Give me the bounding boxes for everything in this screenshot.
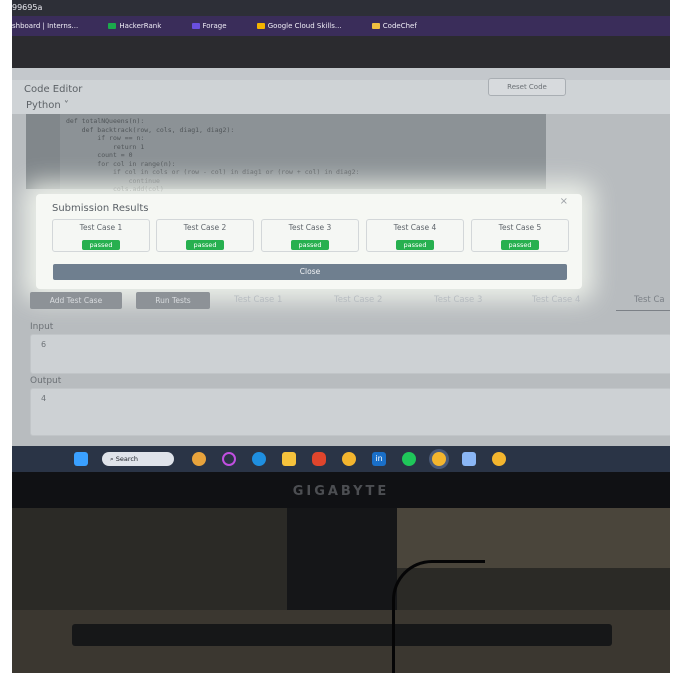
active-tab-indicator <box>616 310 670 311</box>
status-badge: passed <box>291 240 329 250</box>
browser-tab-strip: 99695a <box>12 0 670 16</box>
run-tests-button[interactable]: Run Tests <box>136 292 210 309</box>
status-badge: passed <box>82 240 120 250</box>
result-case-name: Test Case 5 <box>498 223 542 232</box>
output-field: 4 <box>30 388 670 436</box>
bookmark-label: Forage <box>202 22 227 30</box>
widgets-icon[interactable] <box>192 452 206 466</box>
tab-test-case-5[interactable]: Test Ca <box>634 292 665 309</box>
submission-results-modal: Submission Results × Test Case 1 passed … <box>36 194 582 289</box>
search-label: Search <box>115 455 139 463</box>
close-icon[interactable]: × <box>560 196 568 207</box>
result-case-name: Test Case 2 <box>183 223 227 232</box>
notepad-icon[interactable] <box>462 452 476 466</box>
result-card-1: Test Case 1 passed <box>52 219 150 252</box>
result-case-name: Test Case 3 <box>288 223 332 232</box>
status-badge: passed <box>186 240 224 250</box>
chrome-active-icon[interactable] <box>432 452 446 466</box>
spotify-icon[interactable] <box>402 452 416 466</box>
app-header-strip <box>12 68 670 80</box>
monitor-brand-logo: GIGABYTE <box>292 484 390 499</box>
monitor-cable <box>392 560 485 673</box>
result-case-name: Test Case 4 <box>393 223 437 232</box>
result-card-3: Test Case 3 passed <box>261 219 359 252</box>
status-badge: passed <box>501 240 539 250</box>
status-badge: passed <box>396 240 434 250</box>
test-case-controls: Add Test Case Run Tests Test Case 1 Test… <box>12 292 670 314</box>
web-app-screen: Code Editor Reset Code Python ˅ def tota… <box>12 68 670 446</box>
browser-toolbar-dark <box>12 36 670 68</box>
reset-code-button[interactable]: Reset Code <box>488 78 566 96</box>
add-test-case-button[interactable]: Add Test Case <box>30 292 122 309</box>
output-value: 4 <box>41 394 47 403</box>
input-value: 6 <box>41 340 47 349</box>
bookmark-label: HackerRank <box>119 22 162 30</box>
bookmark-dashboard[interactable]: shboard | Interns... <box>12 16 92 36</box>
result-case-name: Test Case 1 <box>79 223 123 232</box>
code-editor-title: Code Editor <box>24 84 83 95</box>
bookmark-label: CodeChef <box>382 22 417 30</box>
windows-icon[interactable] <box>74 452 88 466</box>
bookmark-hackerrank[interactable]: HackerRank <box>108 16 175 36</box>
tab-test-case-3[interactable]: Test Case 3 <box>434 292 482 309</box>
tab-test-case-1[interactable]: Test Case 1 <box>234 292 282 309</box>
monitor-photo: 99695a shboard | Interns... HackerRank F… <box>12 0 670 673</box>
edge-icon[interactable] <box>252 452 266 466</box>
input-field[interactable]: 6 <box>30 334 670 374</box>
tab-fragment: 99695a <box>12 3 43 12</box>
result-card-2: Test Case 2 passed <box>156 219 254 252</box>
bookmark-codechef[interactable]: CodeChef <box>371 16 431 36</box>
close-button[interactable]: Close <box>53 264 567 280</box>
test-case-results: Test Case 1 passed Test Case 2 passed Te… <box>52 219 569 252</box>
result-card-5: Test Case 5 passed <box>471 219 569 252</box>
bookmark-google-cloud[interactable]: Google Cloud Skills... <box>256 16 356 36</box>
brave-icon[interactable] <box>312 452 326 466</box>
google-cloud-icon <box>256 23 265 29</box>
chrome-icon[interactable] <box>342 452 356 466</box>
modal-title: Submission Results <box>52 203 149 214</box>
hackerrank-icon <box>108 23 117 29</box>
copilot-icon[interactable] <box>222 452 236 466</box>
monitor-base <box>72 624 612 646</box>
tab-test-case-2[interactable]: Test Case 2 <box>334 292 382 309</box>
bookmark-forage[interactable]: Forage <box>191 16 241 36</box>
tab-test-case-4[interactable]: Test Case 4 <box>532 292 580 309</box>
bookmark-label: Google Cloud Skills... <box>267 22 342 30</box>
codechef-icon <box>371 23 380 29</box>
forage-icon <box>191 23 200 29</box>
bookmarks-bar: shboard | Interns... HackerRank Forage G… <box>12 16 670 36</box>
language-select[interactable]: Python ˅ <box>26 100 69 111</box>
chrome-alt-icon[interactable] <box>492 452 506 466</box>
taskbar-search[interactable]: ⌕ Search <box>102 452 174 466</box>
file-explorer-icon[interactable] <box>282 452 296 466</box>
windows-taskbar: ⌕ Search in <box>12 446 670 472</box>
linkedin-icon[interactable]: in <box>372 452 386 466</box>
bookmark-label: shboard | Interns... <box>12 22 79 30</box>
wall-highlight <box>382 508 670 568</box>
output-label: Output <box>30 376 62 386</box>
input-label: Input <box>30 322 54 332</box>
result-card-4: Test Case 4 passed <box>366 219 464 252</box>
